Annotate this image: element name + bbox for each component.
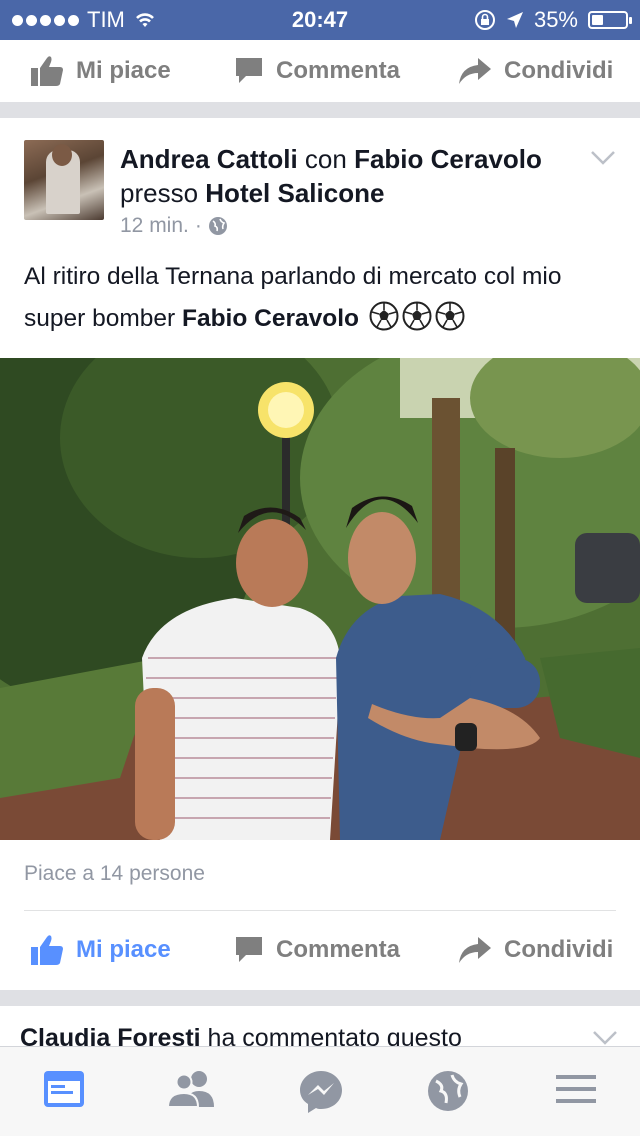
news-feed-icon xyxy=(44,1071,84,1107)
likes-count[interactable]: Piace a 14 persone xyxy=(24,862,205,886)
share-arrow-icon xyxy=(459,58,491,84)
post-text: Al ritiro della Ternana parlando di merc… xyxy=(24,256,624,340)
rotation-lock-icon xyxy=(474,10,495,30)
tab-news-feed[interactable] xyxy=(42,1069,86,1114)
post-actions: Mi piace Commenta Condividi xyxy=(0,920,640,980)
comment-button[interactable]: Commenta xyxy=(234,935,400,965)
messenger-icon xyxy=(300,1071,342,1113)
menu-icon xyxy=(556,1075,596,1103)
thumbs-up-icon xyxy=(31,56,63,86)
thumbs-up-icon xyxy=(31,935,63,965)
battery-percent: 35% xyxy=(533,7,578,32)
comment-label: Commenta xyxy=(276,936,401,963)
post-meta: 12 min. · xyxy=(120,214,228,238)
like-label: Mi piace xyxy=(76,57,171,84)
tab-messenger[interactable] xyxy=(298,1069,344,1120)
battery-icon xyxy=(588,11,632,29)
soccer-ball-icon xyxy=(402,301,432,331)
author-name[interactable]: Andrea Cattoli xyxy=(120,144,298,174)
chevron-down-icon[interactable] xyxy=(592,1030,618,1046)
post-header: Andrea Cattoli con Fabio Ceravolo presso… xyxy=(120,142,560,210)
friends-icon xyxy=(166,1071,214,1108)
share-label: Condividi xyxy=(504,57,614,84)
author-avatar[interactable] xyxy=(24,140,104,220)
status-bar: TIM 20:47 35% xyxy=(0,0,640,40)
globe-icon xyxy=(208,217,227,235)
share-label: Condividi xyxy=(504,936,614,963)
share-arrow-icon xyxy=(459,937,491,963)
post-text-tag[interactable]: Fabio Ceravolo xyxy=(182,305,359,332)
like-label: Mi piace xyxy=(76,936,171,963)
comment-label: Commenta xyxy=(276,57,401,84)
feed-post: Andrea Cattoli con Fabio Ceravolo presso… xyxy=(0,118,640,990)
previous-post-actions: Mi piace Commenta Condividi xyxy=(0,40,640,102)
like-button[interactable]: Mi piace xyxy=(30,55,171,87)
tab-notifications[interactable] xyxy=(426,1069,470,1118)
soccer-ball-icon xyxy=(435,301,465,331)
share-button[interactable]: Condividi xyxy=(458,936,613,964)
comment-icon xyxy=(236,58,262,83)
post-photo[interactable] xyxy=(0,358,640,840)
status-right: 35% xyxy=(474,7,632,33)
tab-more[interactable] xyxy=(554,1069,598,1114)
at-word: presso xyxy=(120,178,199,208)
meta-separator: · xyxy=(194,214,202,237)
comment-icon xyxy=(236,937,262,962)
location-arrow-icon xyxy=(506,12,523,28)
tagged-name[interactable]: Fabio Ceravolo xyxy=(354,144,542,174)
place-name[interactable]: Hotel Salicone xyxy=(205,178,384,208)
share-button[interactable]: Condividi xyxy=(458,57,613,85)
divider xyxy=(24,910,616,911)
post-time[interactable]: 12 min. xyxy=(120,214,189,238)
soccer-ball-icon xyxy=(369,301,399,331)
bottom-tab-bar xyxy=(0,1046,640,1136)
tab-friends[interactable] xyxy=(166,1069,216,1114)
comment-button[interactable]: Commenta xyxy=(234,56,400,86)
photo-scene xyxy=(0,358,640,840)
with-word: con xyxy=(304,144,347,174)
chevron-down-icon[interactable] xyxy=(590,150,616,166)
like-button[interactable]: Mi piace xyxy=(30,934,171,966)
globe-icon xyxy=(428,1071,468,1111)
